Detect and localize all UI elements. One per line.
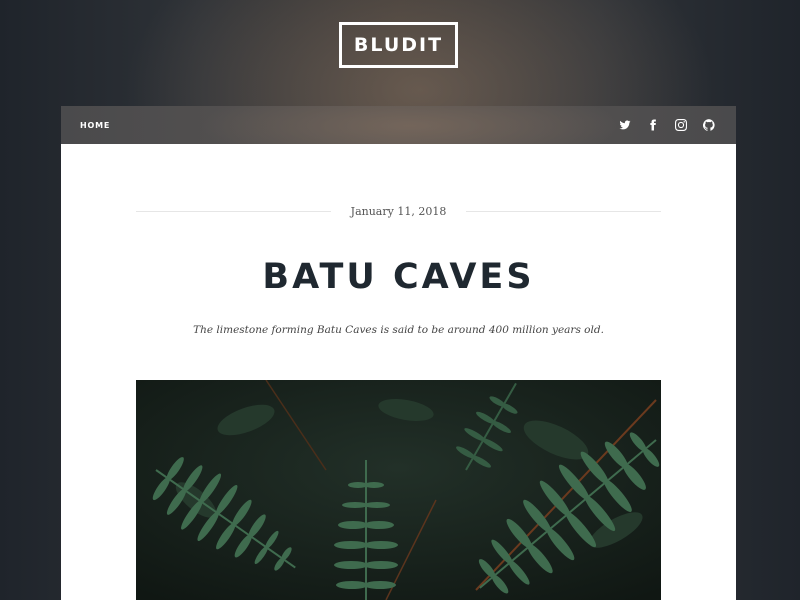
post-card: January 11, 2018 BATU CAVES The limeston… [61,144,736,600]
github-icon[interactable] [702,118,716,132]
post-date-row: January 11, 2018 [136,204,661,218]
post-cover-image [136,380,661,600]
facebook-icon[interactable] [646,118,660,132]
twitter-icon[interactable] [618,118,632,132]
divider-line [466,210,661,212]
divider-line [136,210,331,212]
instagram-icon[interactable] [674,118,688,132]
post-description: The limestone forming Batu Caves is said… [193,324,604,336]
site-logo[interactable]: BLUDIT [339,22,458,68]
post-title[interactable]: BATU CAVES [61,257,736,297]
fern-illustration [136,380,661,600]
navbar: HOME [61,106,736,144]
social-links [618,118,716,132]
post-date: January 11, 2018 [350,204,447,218]
nav-home-link[interactable]: HOME [80,121,110,130]
